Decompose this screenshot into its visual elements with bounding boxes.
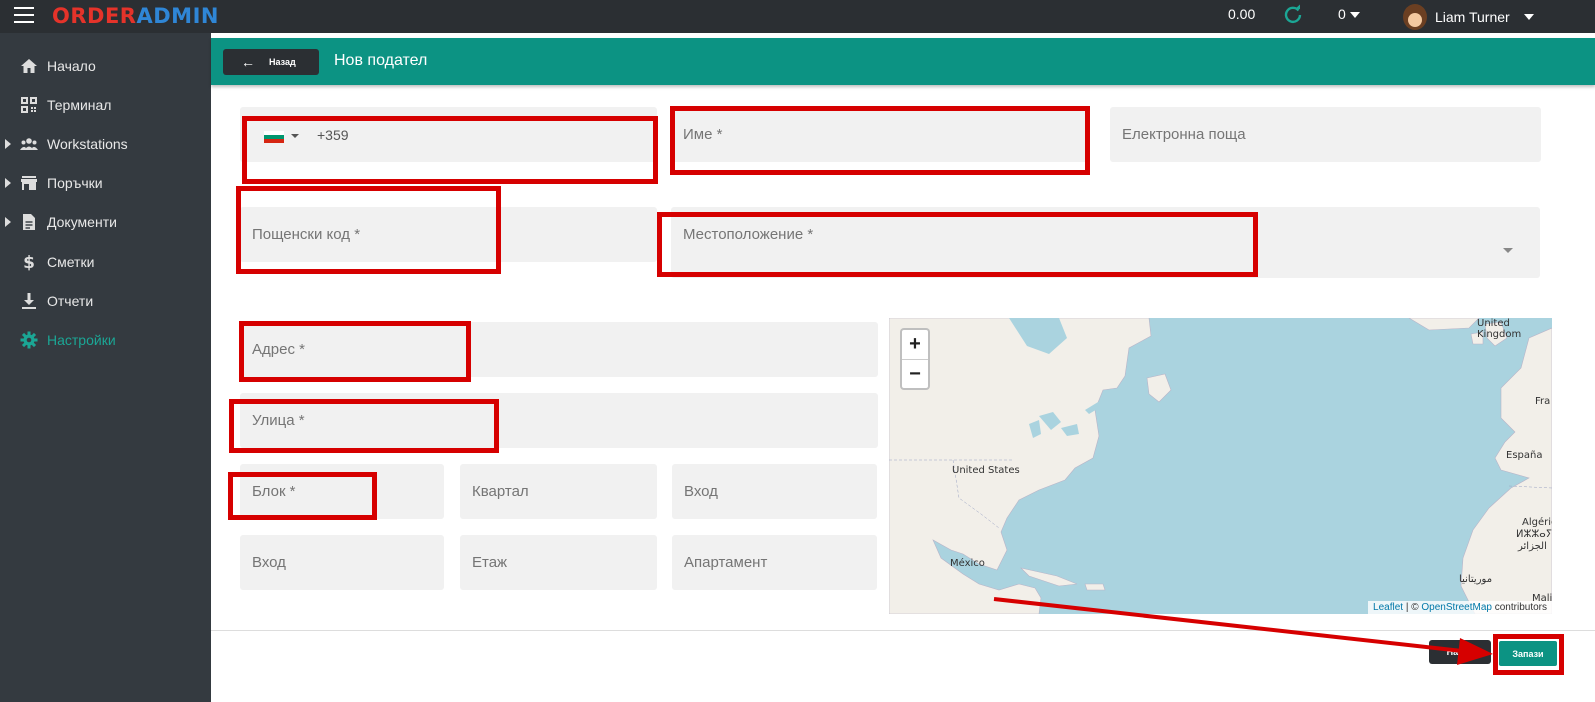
street-input[interactable] [240,393,878,448]
name-field[interactable] [671,107,1088,162]
chevron-down-icon [1349,12,1360,19]
home-icon [21,59,37,73]
sidebar-item-label: Настройки [47,332,116,348]
sidebar-item-label: Сметки [47,254,95,270]
user-menu[interactable]: Liam Turner [1403,0,1534,33]
map-label-ma-arabic: موريتانيا [1459,574,1493,585]
osm-link[interactable]: OpenStreetMap [1421,602,1492,613]
apartment-field[interactable] [672,535,877,590]
map-zoom-control: + − [900,328,930,390]
apartment-input[interactable] [672,535,877,590]
chevron-down-icon [1523,13,1534,20]
users-icon [20,138,38,150]
sidebar-item-label: Поръчки [47,175,103,191]
entrance-input[interactable] [672,464,877,519]
sidebar: Начало Терминал Workstations Поръчки Док… [0,33,211,702]
refresh-icon[interactable] [1283,4,1303,24]
postcode-field[interactable] [240,207,657,262]
map-label-fr: Fra [1535,396,1551,407]
block-input[interactable] [240,464,444,519]
quarter-input[interactable] [460,464,657,519]
attribution-separator: | © [1403,602,1422,613]
logo-text-order: ORDER [52,4,137,28]
name-input[interactable] [671,107,1088,162]
map-label-uk: United Kingdom [1477,318,1522,340]
street-field[interactable] [240,393,878,448]
chevron-down-icon [291,134,299,138]
postcode-input[interactable] [240,207,657,262]
address-field[interactable] [240,322,878,377]
sidebar-item-terminal[interactable]: Терминал [0,86,211,124]
download-icon [22,293,36,309]
zoom-out-button[interactable]: − [902,359,928,388]
notification-counter[interactable]: 0 [1338,6,1360,22]
sidebar-item-label: Терминал [47,97,112,113]
map-label-dz-arabic: الجزائر [1518,541,1547,552]
entrance-field[interactable] [672,464,877,519]
sidebar-item-label: Начало [47,58,96,74]
avatar [1403,3,1427,30]
floor-input[interactable] [460,535,657,590]
save-button[interactable]: Запази [1499,641,1557,666]
chevron-right-icon [5,139,11,149]
sidebar-item-reports[interactable]: Отчети [0,282,211,320]
email-input[interactable] [1110,107,1541,162]
sidebar-item-workstations[interactable]: Workstations [0,125,211,163]
location-select[interactable] [671,207,1540,278]
dollar-icon: $ [23,253,35,271]
phone-field[interactable]: +359 [240,107,657,162]
gear-icon [20,331,38,349]
phone-code: +359 [317,127,349,143]
map-label-dz: Algérie [1522,517,1552,528]
entrance-field-2[interactable] [240,535,444,590]
attribution-suffix: contributors [1491,602,1547,613]
sidebar-item-label: Документи [47,214,117,230]
location-map[interactable]: + − United Kingdom Fra United States Esp… [889,318,1552,614]
menu-icon[interactable] [14,7,34,23]
quarter-field[interactable] [460,464,657,519]
balance-value: 0.00 [1228,6,1256,22]
map-label-es: España [1506,450,1543,461]
content-header: ← Назад Нов подател [211,38,1595,85]
counter-value: 0 [1338,6,1346,22]
page-title: Нов подател [334,52,428,69]
top-bar: ORDERADMIN 0.00 0 Liam Turner [0,0,1595,33]
location-input[interactable] [671,207,1540,262]
floor-field[interactable] [460,535,657,590]
bulgaria-flag-icon[interactable] [264,131,284,143]
sidebar-item-label: Workstations [47,136,128,152]
zoom-in-button[interactable]: + [902,330,928,359]
sidebar-item-accounts[interactable]: $ Сметки [0,243,211,281]
qr-code-icon [21,97,37,113]
block-field[interactable] [240,464,444,519]
footer-back-button[interactable]: Назад [1429,640,1491,664]
map-label-us: United States [952,465,1020,476]
user-name: Liam Turner [1435,8,1510,25]
store-icon [21,176,37,190]
sidebar-item-orders[interactable]: Поръчки [0,164,211,202]
sidebar-item-documents[interactable]: Документи [0,203,211,241]
logo-text-admin: ADMIN [136,4,219,28]
svg-text:$: $ [23,253,35,271]
entrance-input-2[interactable] [240,535,444,590]
arrow-left-icon: ← [241,54,255,70]
footer-divider [211,630,1595,631]
map-attribution: Leaflet | © OpenStreetMap contributors [1368,601,1552,614]
chevron-right-icon [5,178,11,188]
sidebar-item-home[interactable]: Начало [0,47,211,85]
document-icon [23,214,35,230]
sidebar-item-settings[interactable]: Настройки [0,321,211,359]
back-button[interactable]: ← Назад [223,49,319,75]
app-logo[interactable]: ORDERADMIN [52,4,219,28]
sidebar-item-label: Отчети [47,293,94,309]
chevron-right-icon [5,217,11,227]
email-field[interactable] [1110,107,1541,162]
back-button-label: Назад [269,57,296,67]
map-label-dz-tifinagh: ⵍⵣⵣⴰⵢⴻ [1516,529,1552,540]
map-label-mx: México [950,558,985,569]
leaflet-link[interactable]: Leaflet [1373,602,1403,613]
chevron-down-icon[interactable] [1503,248,1513,253]
address-input[interactable] [240,322,878,377]
